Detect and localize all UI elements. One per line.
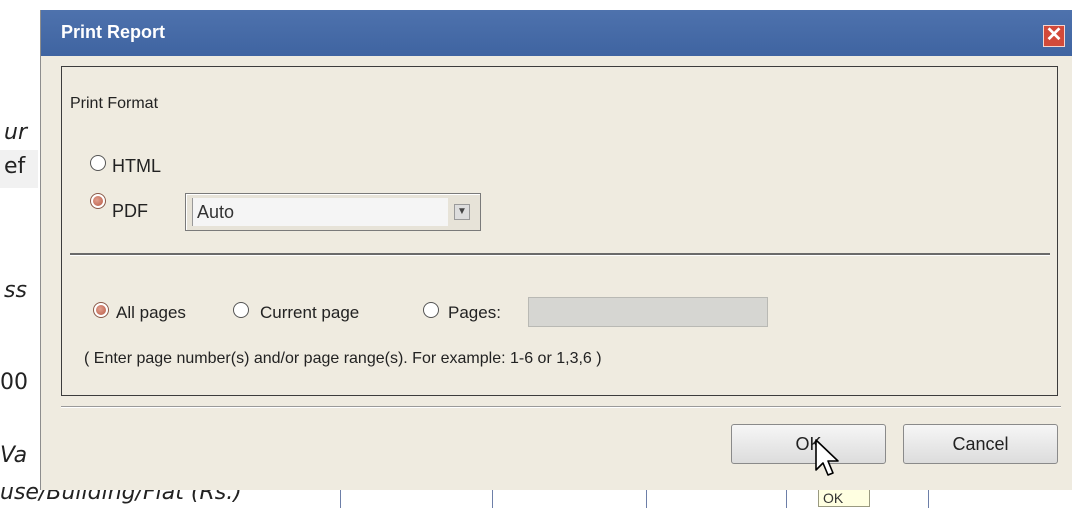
all-pages-radio[interactable] xyxy=(93,302,109,318)
pages-input-box xyxy=(528,297,768,327)
current-page-label[interactable]: Current page xyxy=(260,303,359,323)
dialog-title: Print Report xyxy=(61,22,166,42)
dialog-titlebar[interactable]: Print Report ✕ xyxy=(41,10,1072,56)
section-divider xyxy=(70,253,1050,256)
pdf-radio[interactable] xyxy=(90,193,106,209)
background-text: ss xyxy=(4,278,27,303)
pdf-radio-label[interactable]: PDF xyxy=(112,201,148,222)
html-radio[interactable] xyxy=(90,155,106,171)
pdf-mode-select[interactable]: Auto ▼ xyxy=(185,193,481,231)
background-text: ef xyxy=(4,154,26,179)
all-pages-label[interactable]: All pages xyxy=(116,303,186,323)
page-range-hint: ( Enter page number(s) and/or page range… xyxy=(84,350,602,367)
background-text: 00 xyxy=(0,370,28,395)
options-panel: Print Format HTML PDF Auto ▼ All pages C… xyxy=(61,66,1058,396)
current-page-radio[interactable] xyxy=(233,302,249,318)
pages-label[interactable]: Pages: xyxy=(448,303,501,323)
html-radio-label[interactable]: HTML xyxy=(112,156,161,177)
chevron-down-icon[interactable]: ▼ xyxy=(454,204,470,220)
cancel-button[interactable]: Cancel xyxy=(903,424,1058,464)
close-icon[interactable]: ✕ xyxy=(1043,25,1065,47)
ok-tooltip: OK xyxy=(818,489,870,507)
background-text: Va xyxy=(0,443,28,468)
mouse-cursor-icon xyxy=(815,439,839,476)
background-text: ur xyxy=(4,120,27,145)
print-report-dialog: Print Report ✕ Print Format HTML PDF Aut… xyxy=(40,10,1072,490)
pages-radio[interactable] xyxy=(423,302,439,318)
print-format-label: Print Format xyxy=(70,95,159,112)
pages-input[interactable] xyxy=(529,298,767,326)
ok-button[interactable]: OK xyxy=(731,424,886,464)
pdf-mode-value: Auto xyxy=(192,198,448,226)
footer-divider xyxy=(61,406,1061,408)
